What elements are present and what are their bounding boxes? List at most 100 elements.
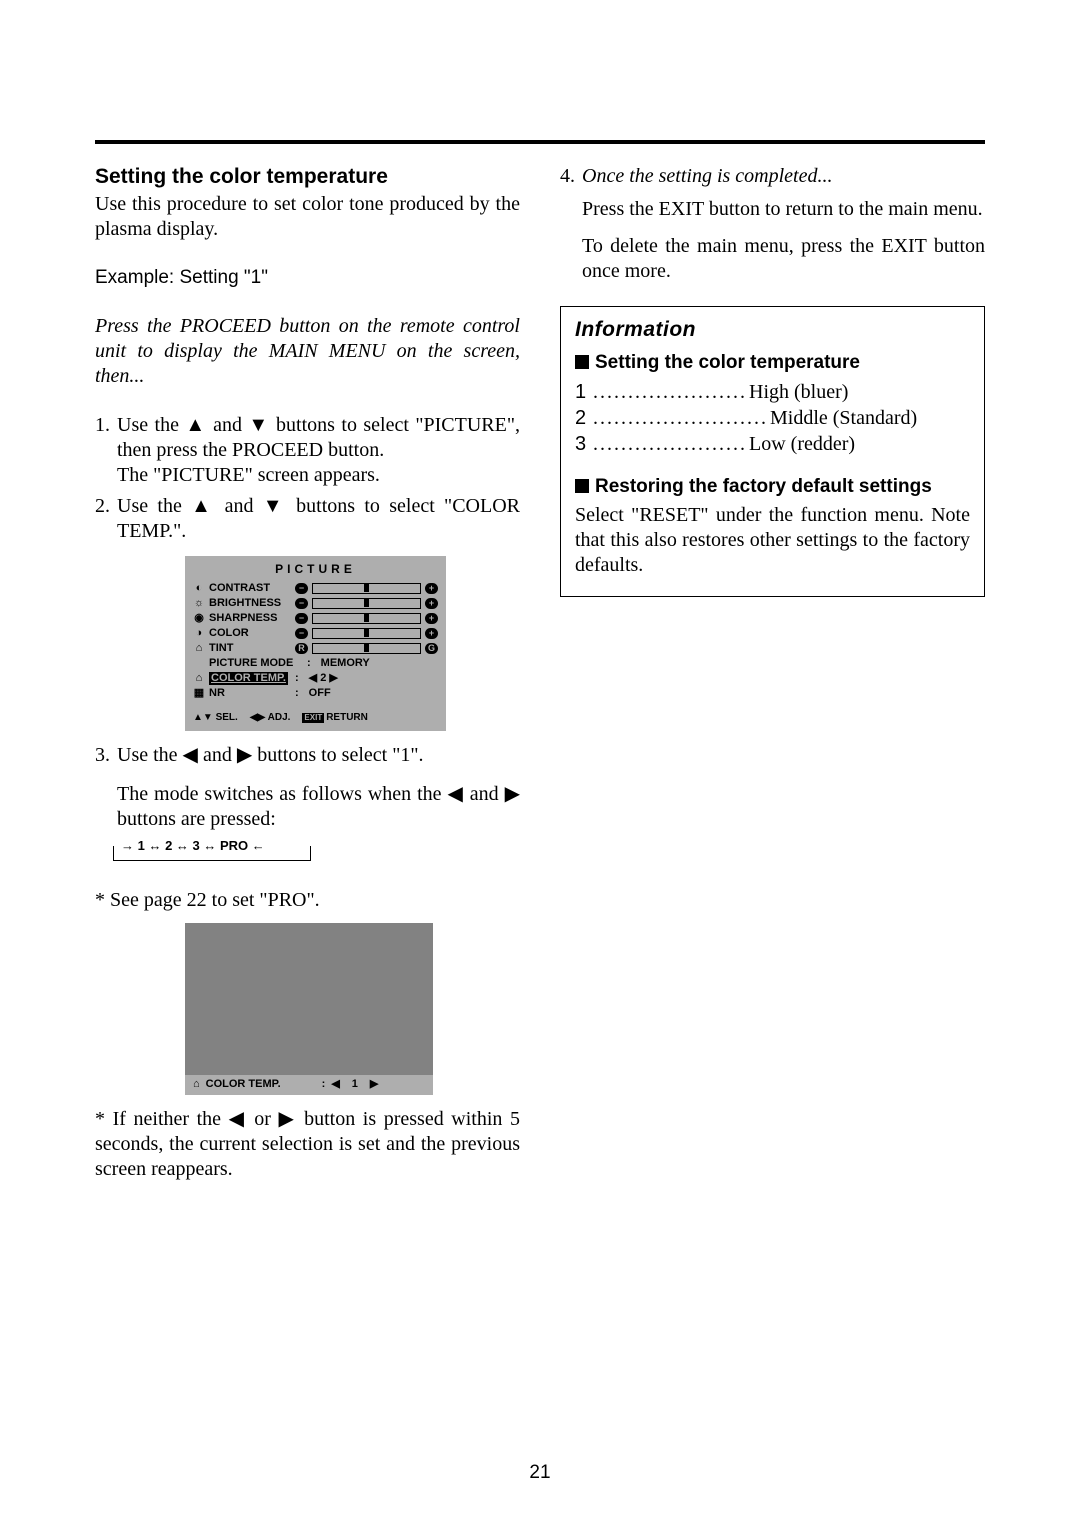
osd-slider (312, 613, 421, 624)
osd-label: TINT (209, 642, 291, 656)
osd-row-contrast: ◐ CONTRAST − + (193, 581, 438, 596)
osd-label-selected: COLOR TEMP. (209, 672, 291, 686)
text: The "PICTURE" screen appears. (117, 464, 380, 486)
osd-label: NR (209, 687, 291, 701)
minus-icon: − (295, 583, 308, 594)
setting-value: Middle (Standard) (770, 405, 917, 431)
manual-page: Setting the color temperature Use this p… (0, 0, 1080, 1528)
colon: : (295, 672, 299, 686)
osd-value: ◀ 2 ▶ (309, 672, 338, 686)
osd-row-nr: ▦ NR : OFF (193, 686, 438, 701)
osd-row-picture-mode: PICTURE MODE : MEMORY (193, 656, 438, 671)
right-arrow-icon: ▶ (237, 744, 252, 766)
information-box: Information Setting the color temperatur… (560, 306, 985, 597)
g-icon: G (425, 643, 438, 654)
colon: : (307, 657, 311, 671)
colon: : (322, 1078, 326, 1092)
leader-dots: ......................... (591, 405, 770, 431)
setting-number: 1 (575, 379, 591, 405)
preview-label: COLOR TEMP. (206, 1078, 316, 1092)
step-3: 3. Use the ◀ and ▶ buttons to select "1"… (95, 743, 520, 832)
info-line: 2 ......................... Middle (Stan… (575, 405, 970, 431)
r-icon: R (295, 643, 308, 654)
text: Restoring the factory default settings (595, 476, 932, 497)
two-column-layout: Setting the color temperature Use this p… (95, 164, 985, 1182)
timeout-note: * If neither the ◀ or ▶ button is presse… (95, 1107, 520, 1182)
left-arrow-icon: ◀ (183, 744, 198, 766)
minus-icon: − (295, 598, 308, 609)
colortemp-icon: ⌂ (193, 672, 205, 686)
right-column: 4. Once the setting is completed... Pres… (560, 164, 985, 1182)
step-heading: Once the setting is completed... (582, 165, 833, 187)
right-arrow-icon: ▶ (279, 1108, 297, 1130)
slider-notch (364, 613, 369, 622)
left-column: Setting the color temperature Use this p… (95, 164, 520, 1182)
page-number: 21 (0, 1462, 1080, 1484)
osd-slider (312, 643, 421, 654)
step-body: Use the ◀ and ▶ buttons to select "1". T… (117, 743, 520, 832)
osd-label: CONTRAST (209, 582, 291, 596)
osd-value: MEMORY (321, 657, 370, 671)
section-heading: Setting the color temperature (95, 164, 520, 190)
text: and (215, 495, 262, 517)
text: and (207, 414, 249, 436)
text: The mode switches as follows when the (117, 783, 447, 805)
step-1: 1. Use the ▲ and ▼ buttons to select "PI… (95, 413, 520, 488)
leader-dots: ...................... (591, 379, 749, 405)
setting-value: Low (redder) (749, 431, 855, 457)
left-arrow-icon: ◀ (447, 783, 463, 805)
preview-bar: ⌂ COLOR TEMP. : ◀ 1 ▶ (185, 1075, 433, 1095)
step-body: Once the setting is completed... Press t… (582, 164, 985, 284)
colon: : (295, 687, 299, 701)
osd-slider (312, 628, 421, 639)
minus-icon: − (295, 613, 308, 624)
step-number: 1. (95, 413, 117, 488)
plus-icon: + (425, 598, 438, 609)
info-subheading: Restoring the factory default settings (575, 475, 970, 499)
info-title: Information (575, 317, 970, 343)
plus-icon: + (425, 613, 438, 624)
exit-icon: EXIT (302, 713, 324, 723)
intro-paragraph: Use this procedure to set color tone pro… (95, 192, 520, 242)
text: Press the EXIT button to return to the m… (582, 197, 985, 222)
info-line: 3 ...................... Low (redder) (575, 431, 970, 457)
step-number: 3. (95, 743, 117, 832)
osd-row-brightness: ☼ BRIGHTNESS − + (193, 596, 438, 611)
brightness-icon: ☼ (193, 597, 205, 611)
osd-picture-panel: PICTURE ◐ CONTRAST − + ☼ BRIGHTNESS − + … (185, 556, 446, 731)
right-arrow-icon: ▶ (505, 783, 520, 805)
left-arrow-icon: ◀ (309, 672, 317, 684)
slider-notch (364, 598, 369, 607)
right-arrow-icon: ▶ (370, 1078, 378, 1092)
plus-icon: + (425, 628, 438, 639)
text: buttons to select "1". (252, 744, 423, 766)
top-rule (95, 140, 985, 144)
sel-hint: ▲▼ SEL. (193, 712, 238, 725)
info-line: 1 ...................... High (bluer) (575, 379, 970, 405)
nr-icon: ▦ (193, 687, 205, 701)
see-pro-note: * See page 22 to set "PRO". (95, 888, 520, 913)
step-number: 4. (560, 164, 582, 284)
step-2: 2. Use the ▲ and ▼ buttons to select "CO… (95, 494, 520, 544)
osd-label: SHARPNESS (209, 612, 291, 626)
osd-slider (312, 583, 421, 594)
tint-icon: ⌂ (193, 642, 205, 656)
sharpness-icon: ◉ (193, 612, 205, 626)
setting-number: 3 (575, 431, 591, 457)
osd-value: OFF (309, 687, 331, 701)
text: * If neither the (95, 1108, 229, 1130)
example-label: Example: Setting "1" (95, 266, 520, 290)
step-body: Use the ▲ and ▼ buttons to select "PICTU… (117, 413, 520, 488)
text: Use the (117, 414, 185, 436)
osd-row-sharpness: ◉ SHARPNESS − + (193, 611, 438, 626)
preamble: Press the PROCEED button on the remote c… (95, 314, 520, 389)
osd-preview-panel: ⌂ COLOR TEMP. : ◀ 1 ▶ (185, 923, 433, 1095)
left-arrow-icon: ◀ (229, 1108, 247, 1130)
step-4: 4. Once the setting is completed... Pres… (560, 164, 985, 284)
osd-label: BRIGHTNESS (209, 597, 291, 611)
text: To delete the main menu, press the EXIT … (582, 234, 985, 284)
osd-title: PICTURE (193, 560, 438, 581)
slider-notch (364, 628, 369, 637)
adj-hint: ◀▶ ADJ. (250, 712, 291, 725)
square-bullet-icon (575, 355, 589, 369)
